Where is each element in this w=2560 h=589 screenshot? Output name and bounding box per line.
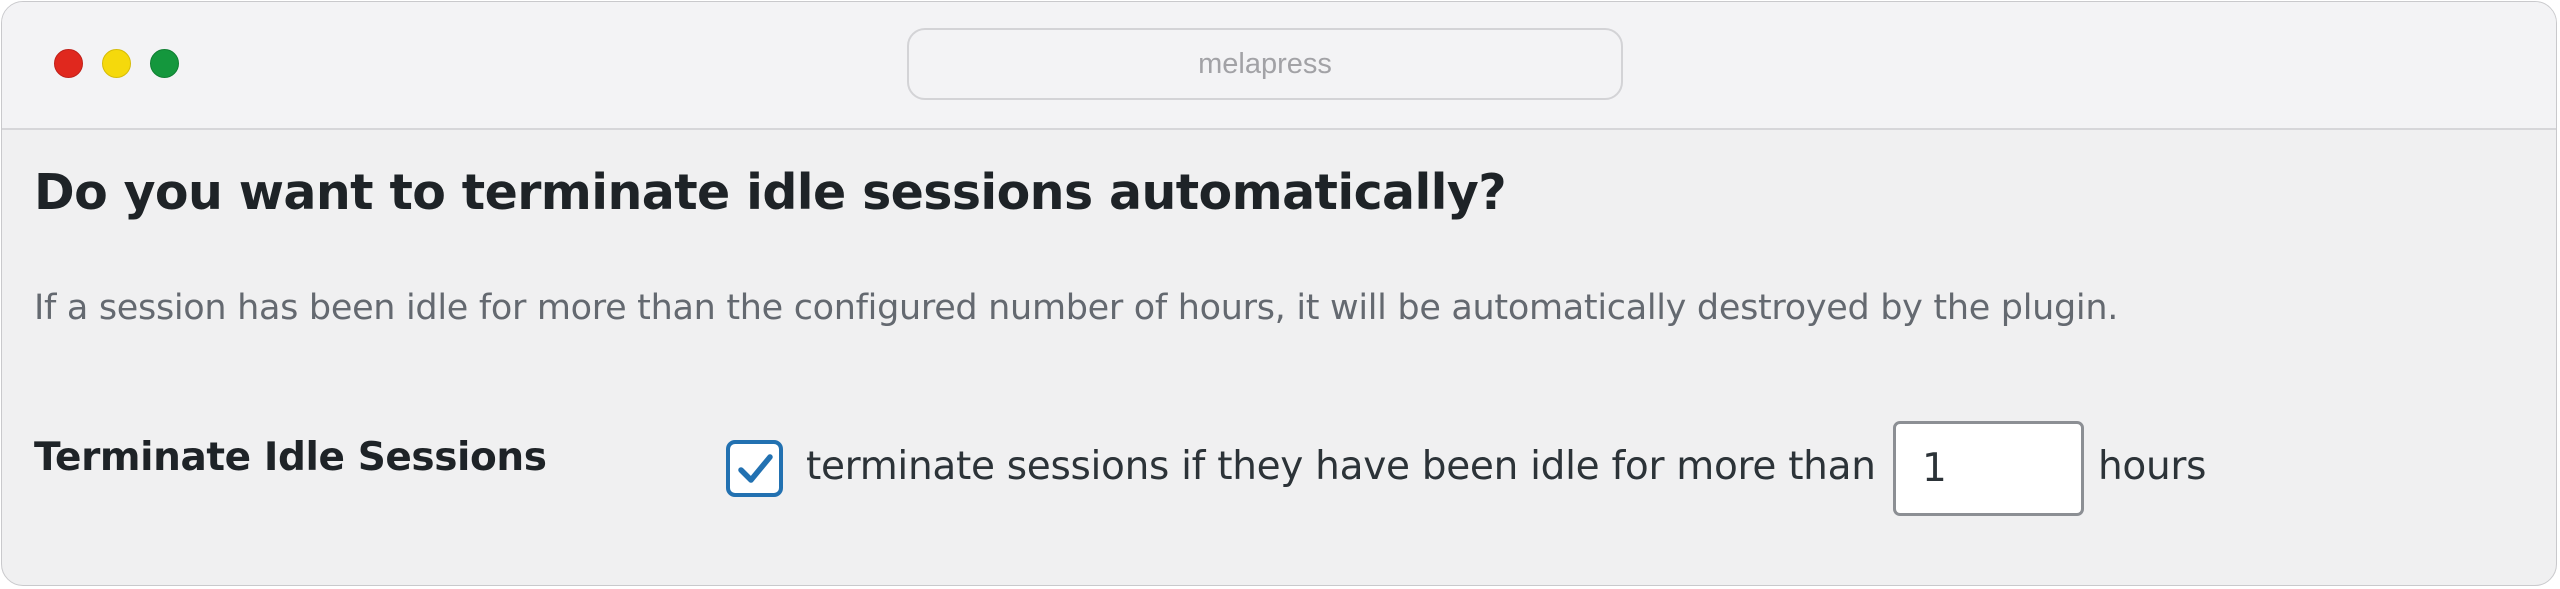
window-titlebar: melapress xyxy=(2,2,2556,130)
settings-panel: Do you want to terminate idle sessions a… xyxy=(2,130,2556,585)
terminate-idle-sessions-label: Terminate Idle Sessions xyxy=(34,435,547,480)
close-window-button[interactable] xyxy=(54,49,83,78)
idle-sessions-description-text: terminate sessions if they have been idl… xyxy=(806,444,1876,489)
browser-window: melapress Do you want to terminate idle … xyxy=(1,1,2557,586)
address-bar[interactable]: melapress xyxy=(907,28,1623,100)
terminate-idle-sessions-checkbox[interactable] xyxy=(726,440,783,497)
idle-hours-input[interactable] xyxy=(1893,421,2084,516)
minimize-window-button[interactable] xyxy=(102,49,131,78)
zoom-window-button[interactable] xyxy=(150,49,179,78)
section-heading: Do you want to terminate idle sessions a… xyxy=(34,164,1507,221)
hours-unit-label: hours xyxy=(2098,444,2207,489)
section-description: If a session has been idle for more than… xyxy=(34,288,2119,328)
checkmark-icon xyxy=(737,453,773,483)
